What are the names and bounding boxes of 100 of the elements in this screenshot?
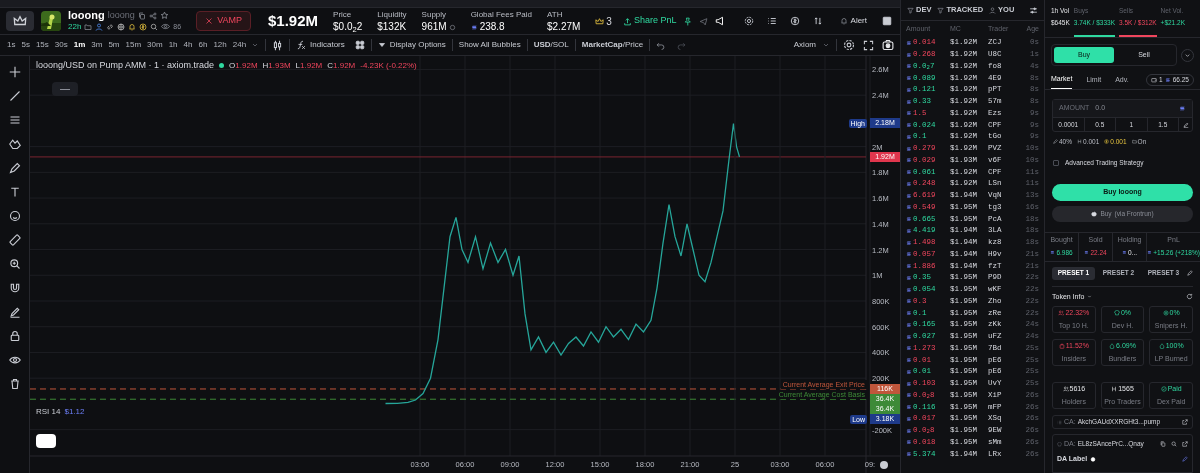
cross-icon [205,17,214,25]
show-bubbles-button[interactable]: Show All Bubbles [458,39,521,51]
trash-icon[interactable] [8,378,21,390]
external-link-icon[interactable] [1182,419,1188,425]
ruler-icon[interactable] [8,234,21,246]
pen-icon[interactable] [8,162,21,174]
person-icon [989,6,997,14]
interval-tab[interactable]: 12h [210,39,230,51]
currency-toggle[interactable]: USD/SOL [533,39,569,51]
interval-tab[interactable]: 6h [195,39,211,51]
stat-label: Price [333,9,353,21]
vamp-button[interactable]: VAMP [196,11,251,31]
eye-icon [161,22,171,31]
candlestick-icon[interactable] [272,39,284,51]
coin-icon [1104,139,1110,145]
crosshair-icon[interactable] [8,66,21,78]
interval-tab[interactable]: 15s [32,39,52,51]
interval-tab[interactable]: 5s [18,39,33,51]
megaphone-icon[interactable] [715,16,726,26]
drop-icon [1158,343,1165,350]
circle-icon [448,23,456,31]
search-icon[interactable] [150,22,159,31]
metric-toggle[interactable]: MarketCap/Price [581,39,644,51]
lock-icon[interactable] [8,330,21,342]
interval-tab[interactable]: 1m [70,39,89,51]
link-icon[interactable] [106,22,115,31]
lines-icon[interactable] [8,114,21,126]
interval-tab[interactable]: 30m [144,39,166,51]
crown-icon [595,16,605,26]
line-tool-icon[interactable] [8,90,21,102]
sol-icon [1122,250,1128,256]
target-icon [1162,310,1169,317]
indicators-button[interactable]: Indicators [296,39,345,51]
token-age: 22h [68,21,82,32]
collapse-button[interactable] [52,82,78,96]
undo-icon[interactable] [656,40,666,50]
copy-icon[interactable] [137,11,146,20]
star-icon[interactable] [159,11,169,20]
stat-value: 961M [421,21,447,33]
pencil-icon[interactable] [8,306,21,318]
window-icon[interactable] [882,16,892,26]
logo-icon[interactable] [36,434,56,448]
interval-tab[interactable]: 1s [4,39,19,51]
copy-icon[interactable] [1160,441,1166,448]
camera-icon[interactable] [882,39,894,51]
checkbox[interactable] [1053,159,1059,166]
sol-icon [1084,250,1090,256]
folder-icon[interactable] [84,22,93,31]
interval-tab[interactable]: 24h [229,39,250,51]
refresh-icon[interactable] [1186,293,1193,301]
search-icon[interactable] [1171,441,1177,448]
stat-label: Supply [421,9,448,21]
fork-icon [1077,139,1082,145]
sol-icon [1147,250,1153,256]
chevron-icon[interactable] [822,41,830,49]
interval-tab[interactable]: 30s [51,39,71,51]
caret-icon [377,41,386,49]
filter-icon [907,6,914,14]
interval-tab[interactable]: 5m [105,39,123,51]
chart-title: looong/USD on Pump AMM · 1 · axiom.trade [36,59,215,72]
indicator-value: $1.12 [64,406,85,418]
coin-icon[interactable] [789,16,800,26]
magnet-icon[interactable] [8,282,21,294]
pin-icon[interactable] [683,16,693,26]
smiley-icon[interactable] [8,210,21,222]
crown-icon[interactable] [13,14,27,28]
list-icon[interactable] [766,16,777,26]
zoom-icon[interactable] [8,258,21,270]
share-icon[interactable] [148,11,157,20]
bell-icon[interactable] [128,22,137,31]
interval-tab[interactable]: 15m [122,39,145,51]
fullscreen-icon[interactable] [863,39,874,51]
display-options-button[interactable]: Display Options [377,39,446,51]
interval-tab[interactable]: 4h [180,39,196,51]
chart-style-dropdown[interactable]: Axiom [793,39,816,51]
coin-icon[interactable] [139,22,148,31]
text-tool-icon[interactable] [8,186,21,198]
alert-button[interactable]: Alert [839,15,867,27]
logo-button[interactable] [6,11,34,31]
sol-icon [470,23,478,31]
users-icon [1062,386,1069,393]
external-link-icon[interactable] [1182,441,1188,448]
folder-icon [1131,139,1137,145]
globe-icon[interactable] [117,22,126,31]
pattern-icon[interactable] [8,138,21,150]
filter-icon [937,6,945,14]
chevron-icon[interactable] [251,41,260,49]
users-icon [1058,310,1065,317]
eye-icon[interactable] [8,354,21,366]
bag-icon [1058,343,1065,350]
person-icon[interactable] [95,22,104,31]
grid-icon[interactable] [354,40,365,50]
interval-tab[interactable]: 3m [88,39,106,51]
ohlc-value: O1.92M [229,59,258,72]
interval-tab[interactable]: 1h [165,39,181,51]
sort-icon[interactable] [812,16,823,26]
sliders-icon[interactable] [1029,5,1038,15]
wallet-icon [1151,77,1158,83]
send-icon[interactable] [699,16,709,26]
share-pnl-button[interactable]: Share PnL [622,14,677,28]
